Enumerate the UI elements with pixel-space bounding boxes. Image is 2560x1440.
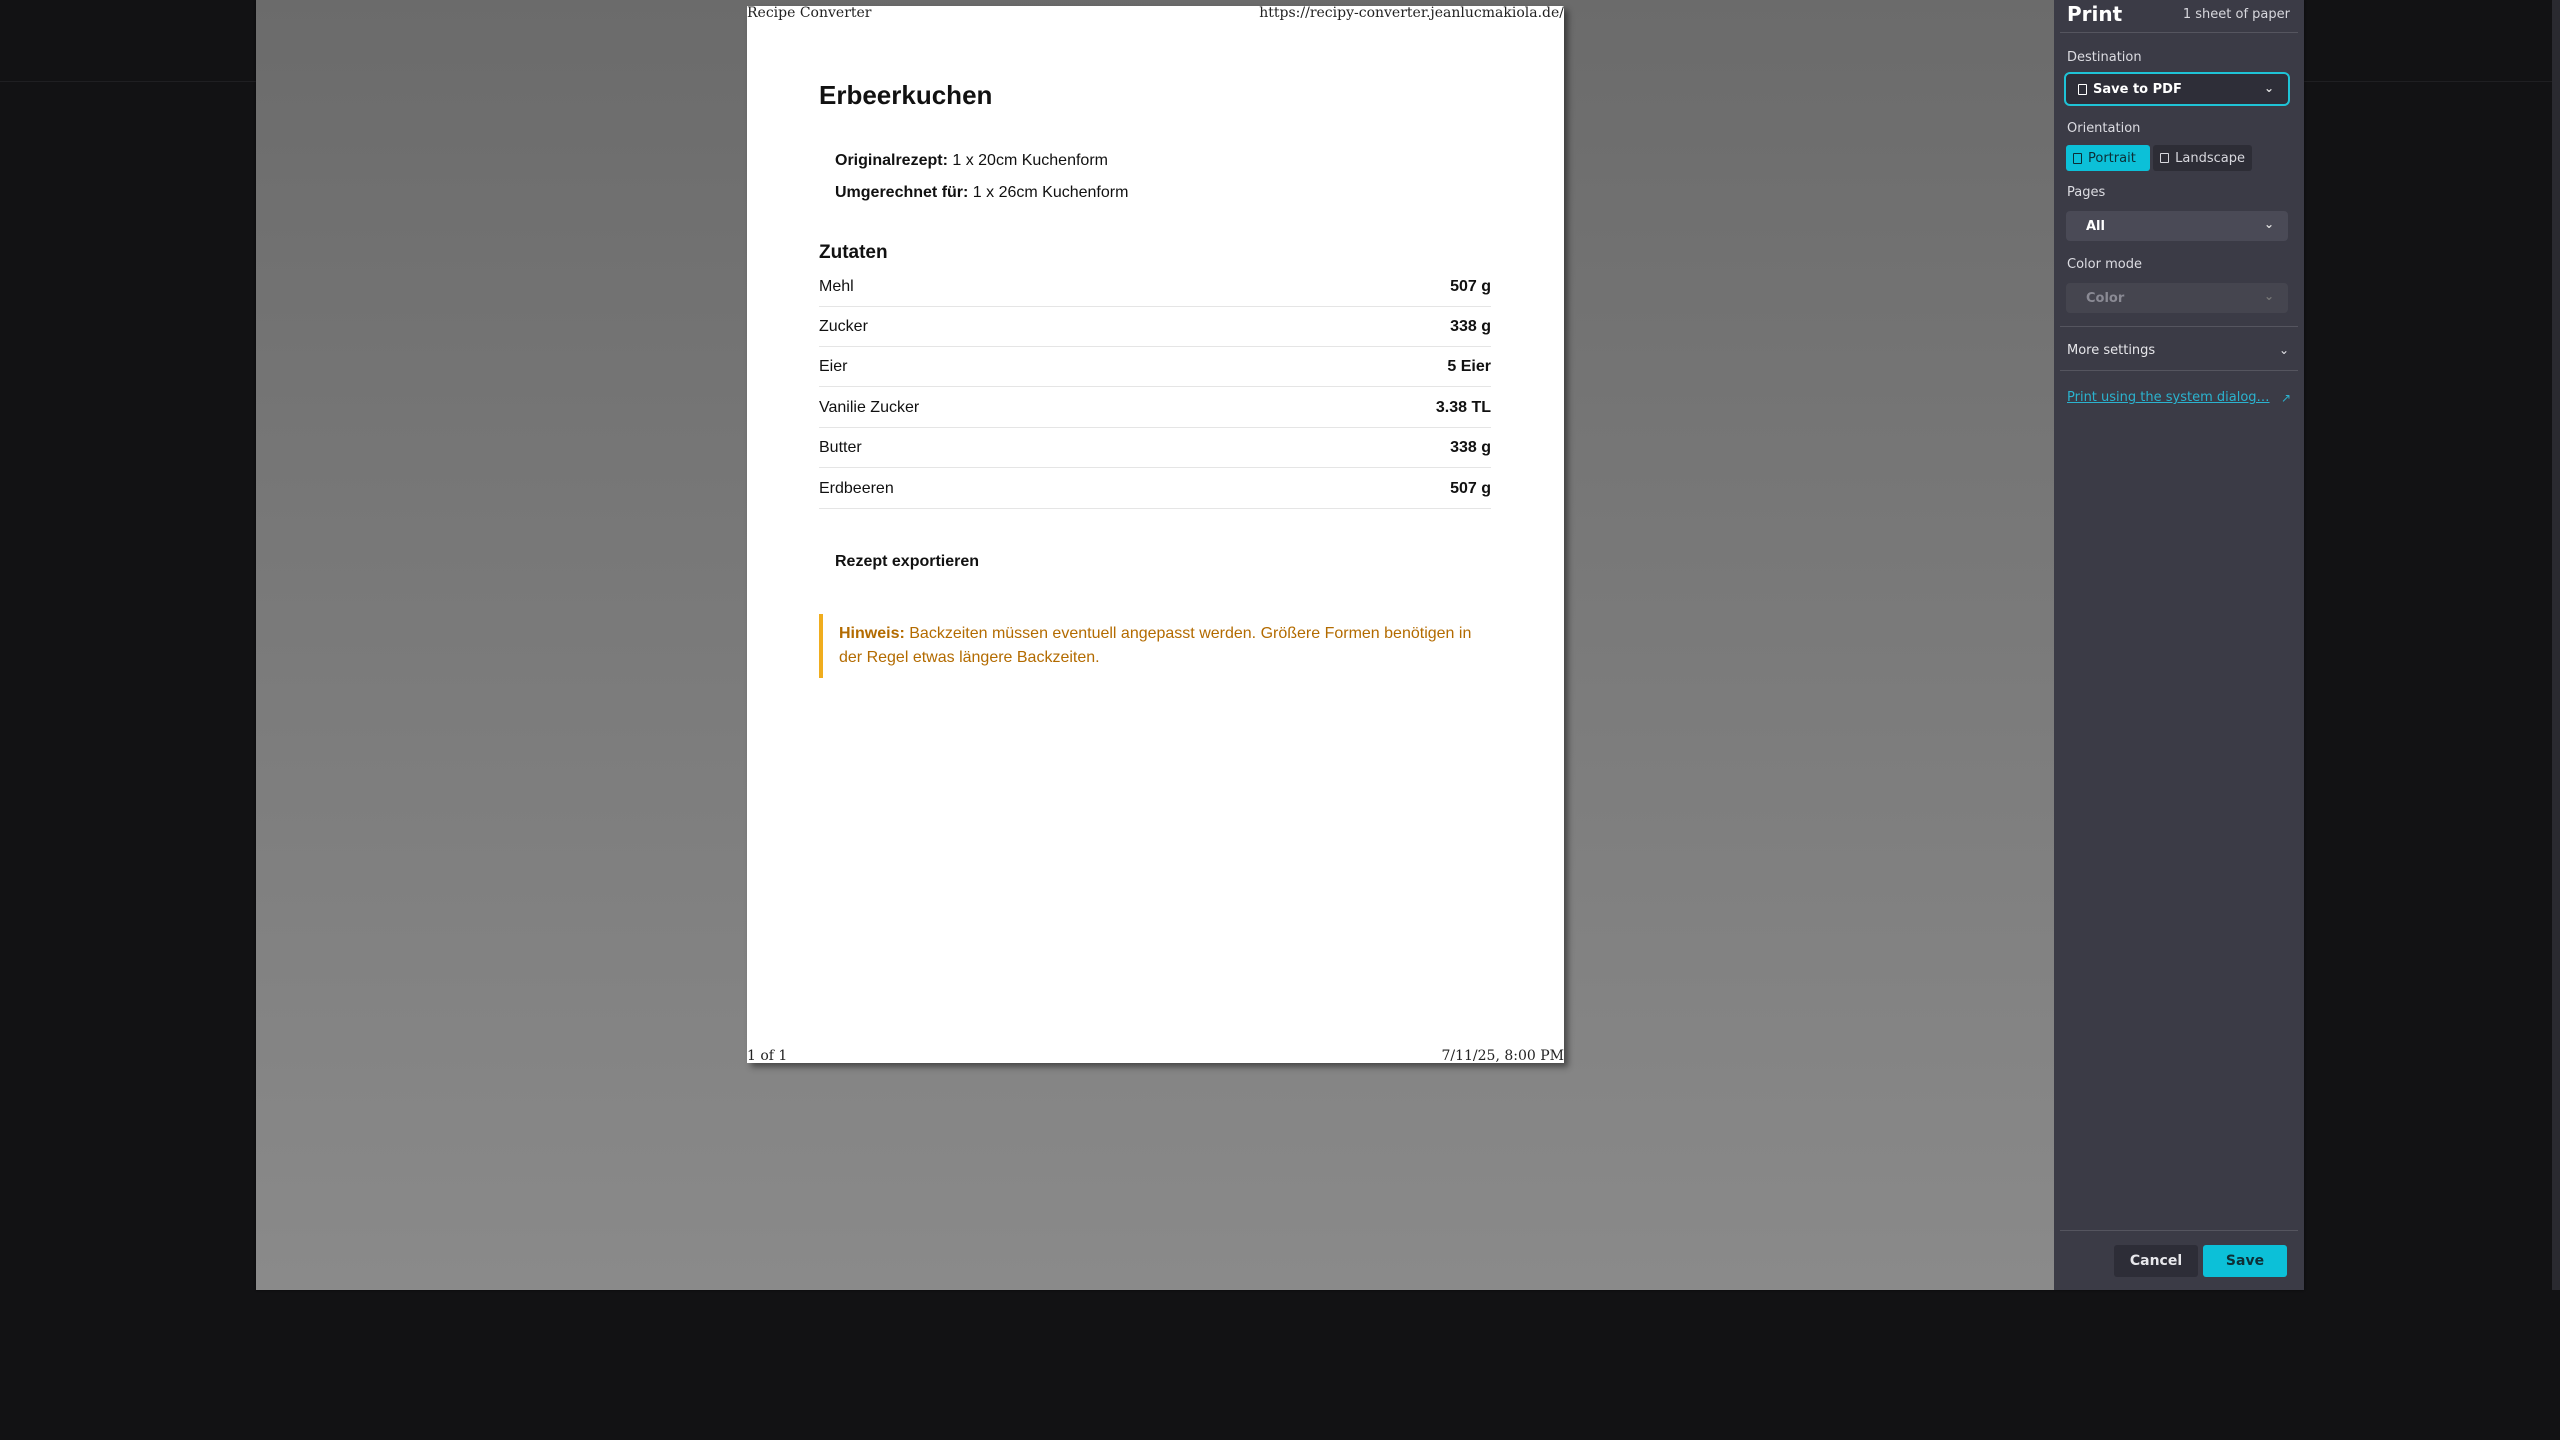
page-footer-date: 7/11/25, 8:00 PM: [1441, 1048, 1564, 1064]
ingredient-amount: 507 g: [1450, 479, 1491, 497]
converted-value: 1 x 26cm Kuchenform: [968, 184, 1129, 201]
panel-divider: [2060, 32, 2298, 33]
converted-label: Umgerechnet für:: [835, 184, 969, 201]
chevron-down-icon: ⌄: [2278, 343, 2289, 357]
ingredient-amount: 507 g: [1450, 277, 1491, 295]
chevron-down-icon: ⌄: [2263, 289, 2274, 303]
page-header-url: https://recipy-converter.jeanlucmakiola.…: [1259, 5, 1564, 21]
panel-divider: [2060, 1230, 2298, 1231]
save-button[interactable]: Save: [2203, 1245, 2287, 1277]
chevron-down-icon: ⌄: [2263, 81, 2274, 95]
print-title: Print: [2067, 2, 2123, 26]
color-mode-value: Color: [2086, 290, 2125, 306]
ingredient-name: Butter: [819, 438, 862, 456]
panel-divider: [2060, 370, 2298, 371]
more-settings-toggle[interactable]: More settings ⌄: [2067, 343, 2289, 358]
ingredient-amount: 338 g: [1450, 438, 1491, 456]
cancel-button[interactable]: Cancel: [2114, 1245, 2198, 1277]
pages-value: All: [2086, 218, 2105, 234]
ingredient-name: Eier: [819, 357, 848, 375]
orientation-label: Orientation: [2067, 121, 2141, 136]
system-dialog-link[interactable]: Print using the system dialog…: [2067, 390, 2270, 405]
note-label: Hinweis:: [839, 625, 905, 642]
external-link-icon: ↗: [2281, 391, 2292, 405]
ingredient-amount: 5 Eier: [1447, 357, 1491, 375]
converted-recipe-info: Umgerechnet für: 1 x 26cm Kuchenform: [835, 184, 1128, 202]
sheet-count: 1 sheet of paper: [2182, 7, 2290, 22]
original-label: Originalrezept:: [835, 152, 948, 169]
export-recipe-label: Rezept exportieren: [835, 553, 980, 570]
color-mode-label: Color mode: [2067, 257, 2142, 272]
landscape-label: Landscape: [2175, 150, 2245, 166]
document-icon: [2078, 83, 2087, 95]
page-footer-count: 1 of 1: [747, 1048, 788, 1064]
more-settings-label: More settings: [2067, 343, 2156, 358]
chevron-down-icon: ⌄: [2263, 217, 2274, 231]
destination-label: Destination: [2067, 50, 2142, 65]
original-value: 1 x 20cm Kuchenform: [947, 152, 1108, 169]
landscape-icon: [2160, 153, 2170, 163]
destination-value: Save to PDF: [2093, 81, 2182, 97]
portrait-icon: [2073, 152, 2082, 164]
orientation-portrait-button[interactable]: Portrait: [2066, 145, 2150, 171]
print-dialog: Recipe Converter https://recipy-converte…: [256, 0, 2304, 1290]
color-mode-select[interactable]: Color ⌄: [2066, 283, 2288, 313]
pages-select[interactable]: All ⌄: [2066, 211, 2288, 241]
ingredient-row: Mehl 507 g: [819, 267, 1491, 307]
ingredients-title: Zutaten: [819, 242, 888, 263]
print-settings-panel: Print 1 sheet of paper Destination Save …: [2054, 0, 2304, 1290]
recipe-title: Erbeerkuchen: [819, 80, 993, 110]
ingredient-amount: 3.38 TL: [1435, 398, 1491, 416]
portrait-label: Portrait: [2088, 150, 2136, 166]
destination-select[interactable]: Save to PDF ⌄: [2064, 72, 2290, 106]
ingredient-row: Eier 5 Eier: [819, 347, 1491, 387]
ingredient-row: Butter 338 g: [819, 428, 1491, 468]
preview-page: Recipe Converter https://recipy-converte…: [747, 5, 1564, 1064]
page-header-title: Recipe Converter: [747, 5, 872, 21]
ingredient-name: Vanilie Zucker: [819, 398, 920, 416]
note-text: Backzeiten müssen eventuell angepasst we…: [839, 625, 1472, 666]
ingredient-amount: 338 g: [1450, 317, 1491, 335]
original-recipe-info: Originalrezept: 1 x 20cm Kuchenform: [835, 152, 1108, 170]
page-scrollbar[interactable]: [2552, 0, 2560, 1290]
baking-time-note: Hinweis: Backzeiten müssen eventuell ang…: [819, 614, 1489, 678]
ingredient-name: Mehl: [819, 277, 854, 295]
ingredient-row: Erdbeeren 507 g: [819, 469, 1491, 509]
ingredient-row: Zucker 338 g: [819, 307, 1491, 347]
ingredient-name: Erdbeeren: [819, 479, 894, 497]
ingredient-name: Zucker: [819, 317, 868, 335]
print-preview: Recipe Converter https://recipy-converte…: [256, 0, 2054, 1290]
ingredient-row: Vanilie Zucker 3.38 TL: [819, 388, 1491, 428]
pages-label: Pages: [2067, 185, 2106, 200]
orientation-landscape-button[interactable]: Landscape: [2153, 145, 2252, 171]
panel-divider: [2060, 326, 2298, 327]
